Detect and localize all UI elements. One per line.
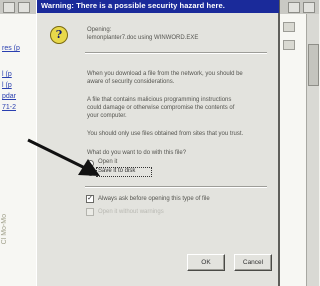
always-ask-label[interactable]: Always ask before opening this type of f…	[98, 196, 210, 204]
browser-scrollbar[interactable]	[306, 14, 319, 286]
page-link[interactable]: l (p	[2, 70, 12, 79]
page-link[interactable]: 71-2	[2, 103, 16, 112]
scrollbar-thumb[interactable]	[308, 44, 319, 86]
question-label: What do you want to do with this file?	[87, 150, 187, 156]
security-text-line: You should only use files obtained from …	[87, 131, 244, 137]
toolbar-button-icon[interactable]	[303, 2, 315, 13]
open-it-radio[interactable]	[87, 160, 94, 167]
dialog-title: Warning: There is a possible security ha…	[41, 1, 225, 10]
no-warnings-label: Open it without warnings	[98, 209, 164, 215]
divider	[85, 186, 267, 188]
page-link[interactable]: pdar	[2, 92, 16, 101]
cancel-button[interactable]: Cancel	[234, 254, 272, 271]
security-warning-dialog: Warning: There is a possible security ha…	[36, 0, 280, 286]
toolbar-button-icon[interactable]	[3, 2, 15, 13]
dialog-titlebar[interactable]: Warning: There is a possible security ha…	[37, 0, 279, 13]
divider	[85, 52, 267, 54]
security-text-line: A file that contains malicious programmi…	[87, 97, 232, 103]
security-text-line: aware of security considerations.	[87, 79, 175, 85]
security-text-line: your computer.	[87, 113, 127, 119]
save-to-disk-radio[interactable]	[87, 169, 94, 176]
ok-button[interactable]: OK	[187, 254, 225, 271]
page-vertical-text: Cl Mo-Mo	[1, 214, 8, 245]
toolbar-button-icon[interactable]	[18, 2, 30, 13]
toolbar-button-icon[interactable]	[288, 2, 300, 13]
page-icon	[283, 22, 295, 32]
browser-page-left: res (p l (p l (p pdar 71-2 Cl Mo-Mo	[0, 14, 37, 286]
page-link[interactable]: l (p	[2, 81, 12, 90]
always-ask-checkbox[interactable]: ✓	[86, 195, 94, 203]
no-warnings-checkbox	[86, 208, 94, 216]
security-text-line: could damage or otherwise compromise the…	[87, 105, 235, 111]
open-it-label[interactable]: Open it	[98, 159, 117, 167]
security-text-line: When you download a file from the networ…	[87, 71, 243, 77]
question-icon: ?	[50, 26, 68, 44]
page-icon	[283, 40, 295, 50]
opening-file: lemonplanter7.doc using WINWORD.EXE	[87, 35, 199, 41]
save-to-disk-label[interactable]: Save it to disk	[98, 168, 135, 176]
page-link[interactable]: res (p	[2, 44, 20, 53]
opening-label: Opening:	[87, 27, 112, 33]
